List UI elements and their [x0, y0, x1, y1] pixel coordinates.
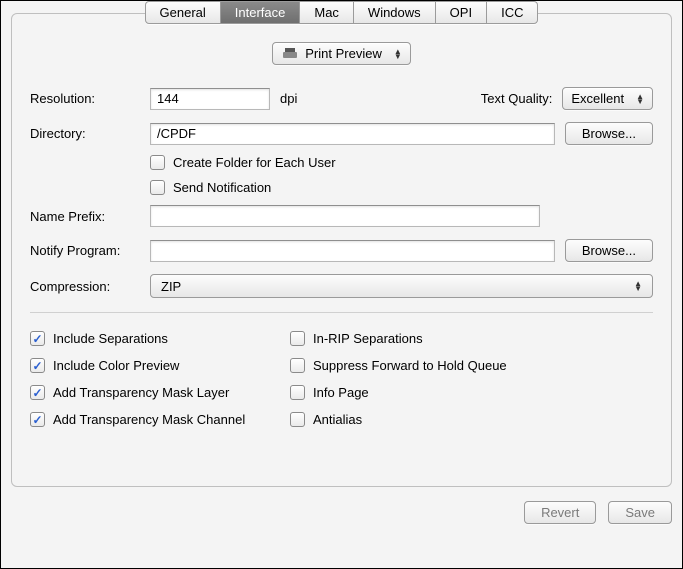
antialias-label: Antialias [313, 412, 362, 427]
divider [30, 312, 653, 313]
send-notification-label: Send Notification [173, 180, 271, 195]
resolution-unit: dpi [280, 91, 297, 106]
create-folder-label: Create Folder for Each User [173, 155, 336, 170]
resolution-label: Resolution: [30, 91, 140, 106]
in-rip-label: In-RIP Separations [313, 331, 423, 346]
interface-panel: Print Preview ▲▼ Resolution: dpi Text Qu… [11, 13, 672, 487]
compression-label: Compression: [30, 279, 140, 294]
send-notification-checkbox[interactable]: Send Notification [150, 180, 653, 195]
info-page-checkbox[interactable]: Info Page [290, 385, 653, 400]
notify-program-input[interactable] [150, 240, 555, 262]
include-separations-label: Include Separations [53, 331, 168, 346]
resolution-input[interactable] [150, 88, 270, 110]
include-color-preview-checkbox[interactable]: Include Color Preview [30, 358, 280, 373]
in-rip-checkbox[interactable]: In-RIP Separations [290, 331, 653, 346]
preferences-window: General Interface Mac Windows OPI ICC Pr… [0, 0, 683, 569]
tab-general[interactable]: General [146, 2, 221, 23]
updown-icon: ▲▼ [634, 281, 642, 291]
checkbox-icon [30, 385, 45, 400]
browse-directory-button[interactable]: Browse... [565, 122, 653, 145]
add-mask-channel-label: Add Transparency Mask Channel [53, 412, 245, 427]
antialias-checkbox[interactable]: Antialias [290, 412, 653, 427]
text-quality-label: Text Quality: [481, 91, 553, 106]
checkbox-icon [30, 358, 45, 373]
footer: Revert Save [11, 501, 672, 524]
tab-opi[interactable]: OPI [436, 2, 487, 23]
updown-icon: ▲▼ [394, 49, 402, 59]
browse-notify-button[interactable]: Browse... [565, 239, 653, 262]
checkbox-icon [150, 180, 165, 195]
name-prefix-input[interactable] [150, 205, 540, 227]
name-prefix-label: Name Prefix: [30, 209, 140, 224]
create-folder-checkbox[interactable]: Create Folder for Each User [150, 155, 653, 170]
section-select[interactable]: Print Preview ▲▼ [272, 42, 411, 65]
checkbox-icon [290, 358, 305, 373]
tab-interface[interactable]: Interface [221, 2, 301, 23]
tab-windows[interactable]: Windows [354, 2, 436, 23]
add-mask-layer-checkbox[interactable]: Add Transparency Mask Layer [30, 385, 280, 400]
tab-bar: General Interface Mac Windows OPI ICC [145, 1, 539, 24]
checkbox-icon [290, 385, 305, 400]
notify-program-label: Notify Program: [30, 243, 140, 258]
checkbox-icon [290, 412, 305, 427]
include-color-preview-label: Include Color Preview [53, 358, 179, 373]
revert-button[interactable]: Revert [524, 501, 596, 524]
directory-input[interactable] [150, 123, 555, 145]
save-button[interactable]: Save [608, 501, 672, 524]
suppress-forward-checkbox[interactable]: Suppress Forward to Hold Queue [290, 358, 653, 373]
checkbox-icon [290, 331, 305, 346]
directory-label: Directory: [30, 126, 140, 141]
text-quality-value: Excellent [571, 91, 624, 106]
suppress-forward-label: Suppress Forward to Hold Queue [313, 358, 507, 373]
add-mask-layer-label: Add Transparency Mask Layer [53, 385, 229, 400]
info-page-label: Info Page [313, 385, 369, 400]
options-grid: Include Separations In-RIP Separations I… [30, 331, 653, 427]
tab-mac[interactable]: Mac [300, 2, 354, 23]
compression-value: ZIP [161, 279, 181, 294]
include-separations-checkbox[interactable]: Include Separations [30, 331, 280, 346]
section-select-label: Print Preview [305, 46, 382, 61]
text-quality-select[interactable]: Excellent ▲▼ [562, 87, 653, 110]
checkbox-icon [30, 331, 45, 346]
checkbox-icon [150, 155, 165, 170]
tab-icc[interactable]: ICC [487, 2, 537, 23]
add-mask-channel-checkbox[interactable]: Add Transparency Mask Channel [30, 412, 280, 427]
updown-icon: ▲▼ [636, 94, 644, 104]
compression-select[interactable]: ZIP ▲▼ [150, 274, 653, 298]
checkbox-icon [30, 412, 45, 427]
tabs-rail: General Interface Mac Windows OPI ICC [11, 1, 672, 24]
printer-icon [283, 48, 297, 60]
